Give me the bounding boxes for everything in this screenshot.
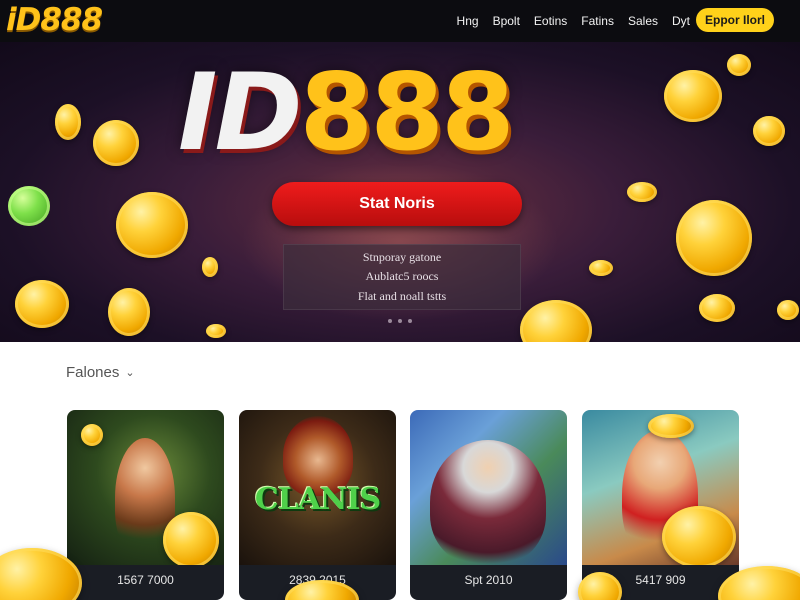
carousel-dot[interactable] [388,319,392,323]
nav-link-3[interactable]: Eotins [534,14,567,28]
coin-icon [648,414,694,438]
hero-info-panel: Stnporay gatone Aublatc5 roocs Flat and … [283,244,521,310]
hero-panel-line: Stnporay gatone [362,250,442,265]
coin-icon [753,116,785,146]
coin-icon [520,300,592,342]
brand-logo[interactable]: iD888 [6,2,103,38]
coin-icon [81,424,103,446]
coin-icon [108,288,150,336]
coin-icon [627,182,657,202]
coin-icon [8,186,50,226]
coin-icon [202,257,218,277]
hero-banner: ID 888 Stat Noris Stnporay gatone Aublat… [0,42,800,342]
nav-link-1[interactable]: Hng [457,14,479,28]
game-cards: 1567 7000 CLANIS 2839 2015 Spt 2010 5417… [67,410,739,600]
game-card[interactable]: CLANIS 2839 2015 [239,410,396,600]
game-card[interactable]: 5417 909 [582,410,739,600]
coin-icon [93,120,139,166]
game-card[interactable]: Spt 2010 [410,410,567,600]
section-title: Falones [66,364,120,381]
hero-panel-line: Aublatc5 roocs [365,269,439,284]
nav-link-5[interactable]: Sales [628,14,658,28]
top-nav: iD888 Hng Bpolt Eotins Fatins Sales Dyt … [0,0,800,42]
game-caption: 1567 7000 [67,565,224,600]
coin-icon [676,200,752,276]
coin-icon [727,54,751,76]
coin-icon [163,512,219,568]
coin-icon [699,294,735,322]
nav-link-2[interactable]: Bpolt [493,14,520,28]
nav-link-6[interactable]: Dyt [672,14,690,28]
hero-title-number: 888 [299,50,514,174]
coin-icon [777,300,799,320]
nav-cta-button[interactable]: Eppor Ilorl [696,8,774,32]
game-artwork: CLANIS [239,410,396,565]
section-dropdown[interactable]: Falones ⌄ [66,364,135,381]
nav-link-4[interactable]: Fatins [581,14,614,28]
game-artwork [410,410,567,565]
nav-links: Hng Bpolt Eotins Fatins Sales Dyt [457,0,690,42]
coin-icon [116,192,188,258]
carousel-dot[interactable] [408,319,412,323]
coin-icon [664,70,722,122]
coin-icon [662,506,736,568]
hero-panel-line: Flat and noall tstts [357,288,447,303]
character-figure [430,440,546,565]
game-logo-text: CLANIS [254,482,381,517]
start-button[interactable]: Stat Noris [272,182,522,226]
chevron-down-icon: ⌄ [125,367,135,379]
hero-title: ID 888 [178,50,628,174]
carousel-dots [388,319,412,323]
carousel-dot[interactable] [398,319,402,323]
page: iD888 Hng Bpolt Eotins Fatins Sales Dyt … [0,0,800,600]
game-card[interactable]: 1567 7000 [67,410,224,600]
game-artwork [582,410,739,568]
game-artwork [67,410,224,568]
coin-icon [589,260,613,276]
coin-icon [15,280,69,328]
coin-icon [206,324,226,338]
game-caption: Spt 2010 [410,565,567,600]
hero-title-id: ID [178,50,302,174]
coin-icon [55,104,81,140]
